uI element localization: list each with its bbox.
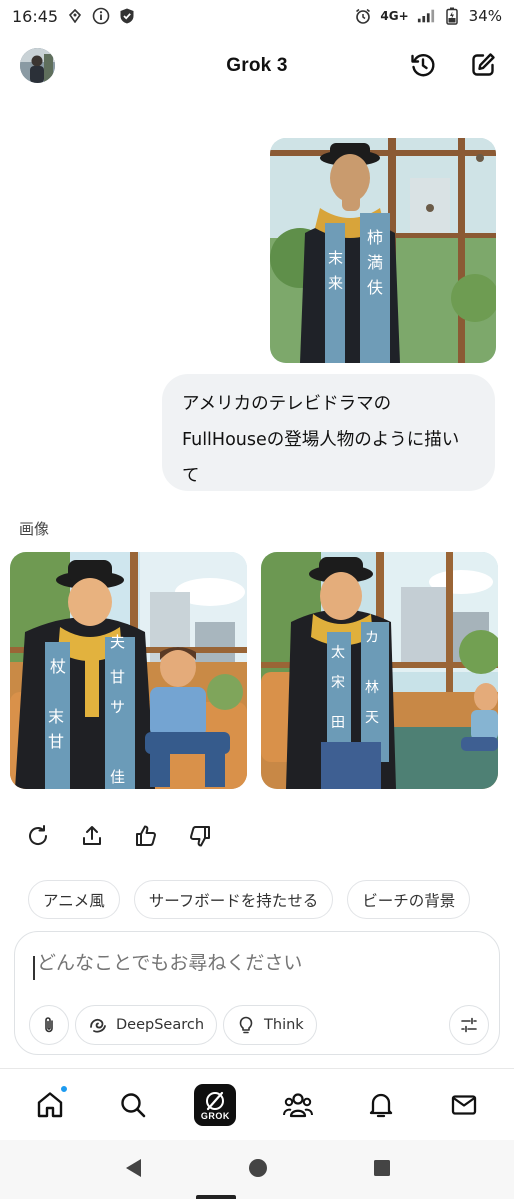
regenerate-button[interactable] <box>26 824 50 848</box>
home-circle-icon <box>248 1158 267 1177</box>
mail-icon <box>452 1094 477 1115</box>
user-uploaded-image[interactable]: 柿 満 伕 末 来 <box>270 138 496 363</box>
nav-home[interactable] <box>28 1083 72 1127</box>
share-icon <box>83 826 101 845</box>
home-button[interactable] <box>248 1158 268 1182</box>
grok-icon <box>206 1091 225 1110</box>
svg-text:天: 天 <box>365 710 379 726</box>
dislike-button[interactable] <box>188 824 212 848</box>
svg-text:サ: サ <box>110 698 125 716</box>
suggestion-chip[interactable]: ビーチの背景 <box>347 880 471 919</box>
svg-text:田: 田 <box>331 715 345 731</box>
attach-button[interactable] <box>29 1005 69 1045</box>
thumbs-up-icon <box>136 825 156 846</box>
generated-image[interactable]: 太 宋 田 カ 林 天 <box>261 552 498 789</box>
svg-text:カ: カ <box>365 630 379 646</box>
svg-text:林: 林 <box>365 680 379 696</box>
svg-text:伕: 伕 <box>367 278 383 297</box>
user-message-line: て <box>182 466 200 486</box>
think-button[interactable]: Think <box>223 1005 317 1045</box>
battery-level: 34% <box>468 7 502 25</box>
composer-tools: DeepSearch Think <box>29 1005 317 1045</box>
page-title: Grok 3 <box>226 55 288 76</box>
nav-messages[interactable] <box>442 1083 486 1127</box>
user-message-line: FullHouseの登場人物のように描い <box>182 430 460 450</box>
sliders-icon <box>461 1017 477 1033</box>
svg-text:太: 太 <box>331 645 345 661</box>
suggestion-chip[interactable]: アニメ風 <box>28 880 120 919</box>
network-label: 4G+ <box>380 9 409 23</box>
user-message-line: アメリカのテレビドラマの <box>182 394 392 414</box>
grok-label: GROK <box>200 1110 230 1121</box>
unread-dot <box>59 1084 68 1093</box>
lightbulb-icon <box>239 1016 253 1034</box>
gesture-pill <box>196 1195 236 1199</box>
bell-icon <box>369 1093 393 1117</box>
thumbs-down-icon <box>190 826 210 847</box>
nav-search[interactable] <box>111 1083 155 1127</box>
user-message-bubble: アメリカのテレビドラマの FullHouseの登場人物のように描い て <box>162 374 495 491</box>
svg-text:甘: 甘 <box>110 668 125 686</box>
regenerate-icon <box>29 825 48 845</box>
signal-icon <box>417 7 435 25</box>
svg-text:宋: 宋 <box>331 675 345 691</box>
status-bar: 16:45 4G+ 34% <box>0 0 514 32</box>
compose-icon <box>472 53 495 76</box>
svg-text:末: 末 <box>48 707 64 726</box>
recents-button[interactable] <box>373 1159 391 1181</box>
message-composer: DeepSearch Think <box>14 931 500 1055</box>
suggestion-chip[interactable]: サーフボードを持たせる <box>133 880 334 919</box>
images-section-label: 画像 <box>19 520 50 538</box>
settings-button[interactable] <box>449 1005 489 1045</box>
history-icon <box>411 54 435 77</box>
battery-icon <box>443 7 461 25</box>
svg-text:来: 来 <box>328 274 343 292</box>
paperclip-icon <box>45 1017 53 1033</box>
bottom-navigation: GROK <box>0 1068 514 1140</box>
shield-icon <box>118 7 136 25</box>
nav-communities[interactable] <box>276 1083 320 1127</box>
svg-text:満: 満 <box>367 253 383 272</box>
svg-text:甘: 甘 <box>48 732 64 751</box>
history-button[interactable] <box>408 50 438 80</box>
message-input[interactable] <box>33 952 473 974</box>
search-icon <box>121 1092 146 1117</box>
share-button[interactable] <box>80 824 104 848</box>
svg-text:柿: 柿 <box>367 228 383 247</box>
home-icon <box>37 1091 62 1117</box>
svg-text:佳: 佳 <box>110 768 125 786</box>
svg-text:夫: 夫 <box>110 633 125 651</box>
back-button[interactable] <box>123 1157 143 1183</box>
deepsearch-label: DeepSearch <box>116 1017 205 1033</box>
recents-icon <box>374 1159 391 1176</box>
status-time: 16:45 <box>12 6 59 26</box>
deepsearch-button[interactable]: DeepSearch <box>75 1005 218 1045</box>
think-label: Think <box>264 1017 304 1033</box>
alarm-icon <box>354 7 372 25</box>
info-icon <box>92 7 110 25</box>
svg-text:末: 末 <box>328 249 343 267</box>
system-navigation-bar <box>0 1140 514 1199</box>
top-header: Grok 3 <box>0 40 514 92</box>
back-icon <box>125 1158 141 1177</box>
like-button[interactable] <box>134 824 158 848</box>
community-icon <box>282 1092 313 1117</box>
notification-icon <box>66 7 84 25</box>
response-actions <box>26 824 212 848</box>
generated-image[interactable]: 杖 末 甘 夫 甘 サ 佳 <box>10 552 247 789</box>
deepsearch-icon <box>90 1018 106 1033</box>
nav-grok[interactable]: GROK <box>194 1083 237 1126</box>
nav-notifications[interactable] <box>359 1083 403 1127</box>
avatar[interactable] <box>20 48 55 83</box>
suggestion-chips: アニメ風 サーフボードを持たせる ビーチの背景 <box>28 880 471 919</box>
new-chat-button[interactable] <box>468 50 498 80</box>
svg-text:杖: 杖 <box>50 657 66 676</box>
